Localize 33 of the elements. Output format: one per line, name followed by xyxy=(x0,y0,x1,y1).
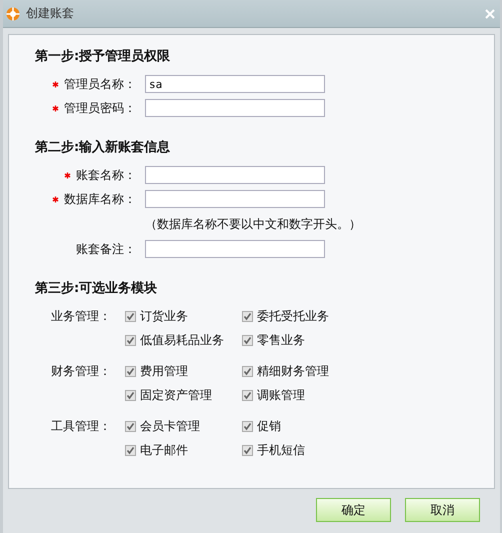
group-label: 财务管理： xyxy=(51,362,111,380)
input-field[interactable] xyxy=(145,99,325,117)
input-field[interactable] xyxy=(145,240,325,258)
group-label: 工具管理： xyxy=(51,418,111,434)
dialog-button[interactable]: 确定 xyxy=(316,498,391,522)
checkbox-label: 精细财务管理 xyxy=(257,362,329,380)
field-label: 管理员密码： xyxy=(64,100,136,116)
input-field[interactable] xyxy=(145,190,325,208)
checkbox-label: 手机短信 xyxy=(257,442,305,458)
checkbox-label: 调账管理 xyxy=(257,386,305,404)
checkbox-label: 固定资产管理 xyxy=(140,386,212,404)
app-logo-icon xyxy=(6,6,20,20)
dialog-button[interactable]: 取消 xyxy=(405,498,480,522)
checkbox-label: 零售业务 xyxy=(257,332,305,348)
input-field[interactable] xyxy=(145,166,325,184)
checkbox-label: 委托受托业务 xyxy=(257,308,329,324)
field-label: 账套名称： xyxy=(76,166,136,184)
group-label: 业务管理： xyxy=(51,308,111,324)
checkbox-label: 会员卡管理 xyxy=(140,418,200,434)
checkbox-label: 低值易耗品业务 xyxy=(140,332,224,348)
section-heading: 第二步:输入新账套信息 xyxy=(35,138,172,156)
section-heading: 第三步:可选业务模块 xyxy=(35,280,158,297)
field-label: 管理员名称： xyxy=(64,76,136,92)
hint-text: （数据库名称不要以中文和数字开头。） xyxy=(145,216,361,232)
checkbox-label: 费用管理 xyxy=(140,362,188,380)
checkbox-label: 促销 xyxy=(257,418,281,434)
input-field[interactable]: sa xyxy=(145,75,325,93)
window-title: 创建账套 xyxy=(26,5,74,22)
field-label: 账套备注： xyxy=(76,240,136,258)
field-label: 数据库名称： xyxy=(64,190,136,208)
section-heading: 第一步:授予管理员权限 xyxy=(35,48,172,65)
checkbox-label: 电子邮件 xyxy=(140,442,188,458)
checkbox-label: 订货业务 xyxy=(140,308,188,324)
